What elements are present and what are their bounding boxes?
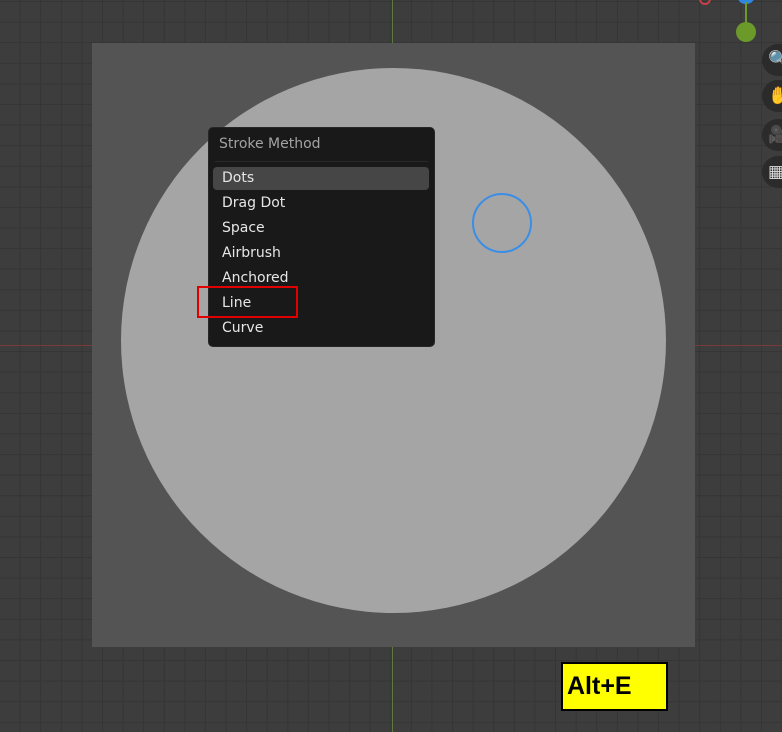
menu-item-space[interactable]: Space [213, 217, 429, 240]
camera-icon[interactable]: 🎥 [762, 119, 782, 151]
pan-hand-icon[interactable]: ✋ [762, 80, 782, 112]
brush-cursor-ring [472, 193, 532, 253]
shortcut-hint: Alt+E [561, 662, 668, 711]
gizmo-y-axis-icon[interactable] [736, 22, 756, 42]
menu-item-dots[interactable]: Dots [213, 167, 429, 190]
menu-item-curve[interactable]: Curve [213, 317, 429, 340]
menu-title: Stroke Method [219, 136, 321, 152]
highlight-box [197, 286, 298, 318]
menu-divider [215, 161, 428, 162]
zoom-icon[interactable]: 🔍 [762, 44, 782, 76]
menu-item-drag-dot[interactable]: Drag Dot [213, 192, 429, 215]
gizmo-y-axis-line [745, 2, 747, 24]
gizmo-x-axis-icon[interactable] [699, 0, 711, 5]
menu-item-airbrush[interactable]: Airbrush [213, 242, 429, 265]
grid-icon[interactable]: ▦ [762, 156, 782, 188]
